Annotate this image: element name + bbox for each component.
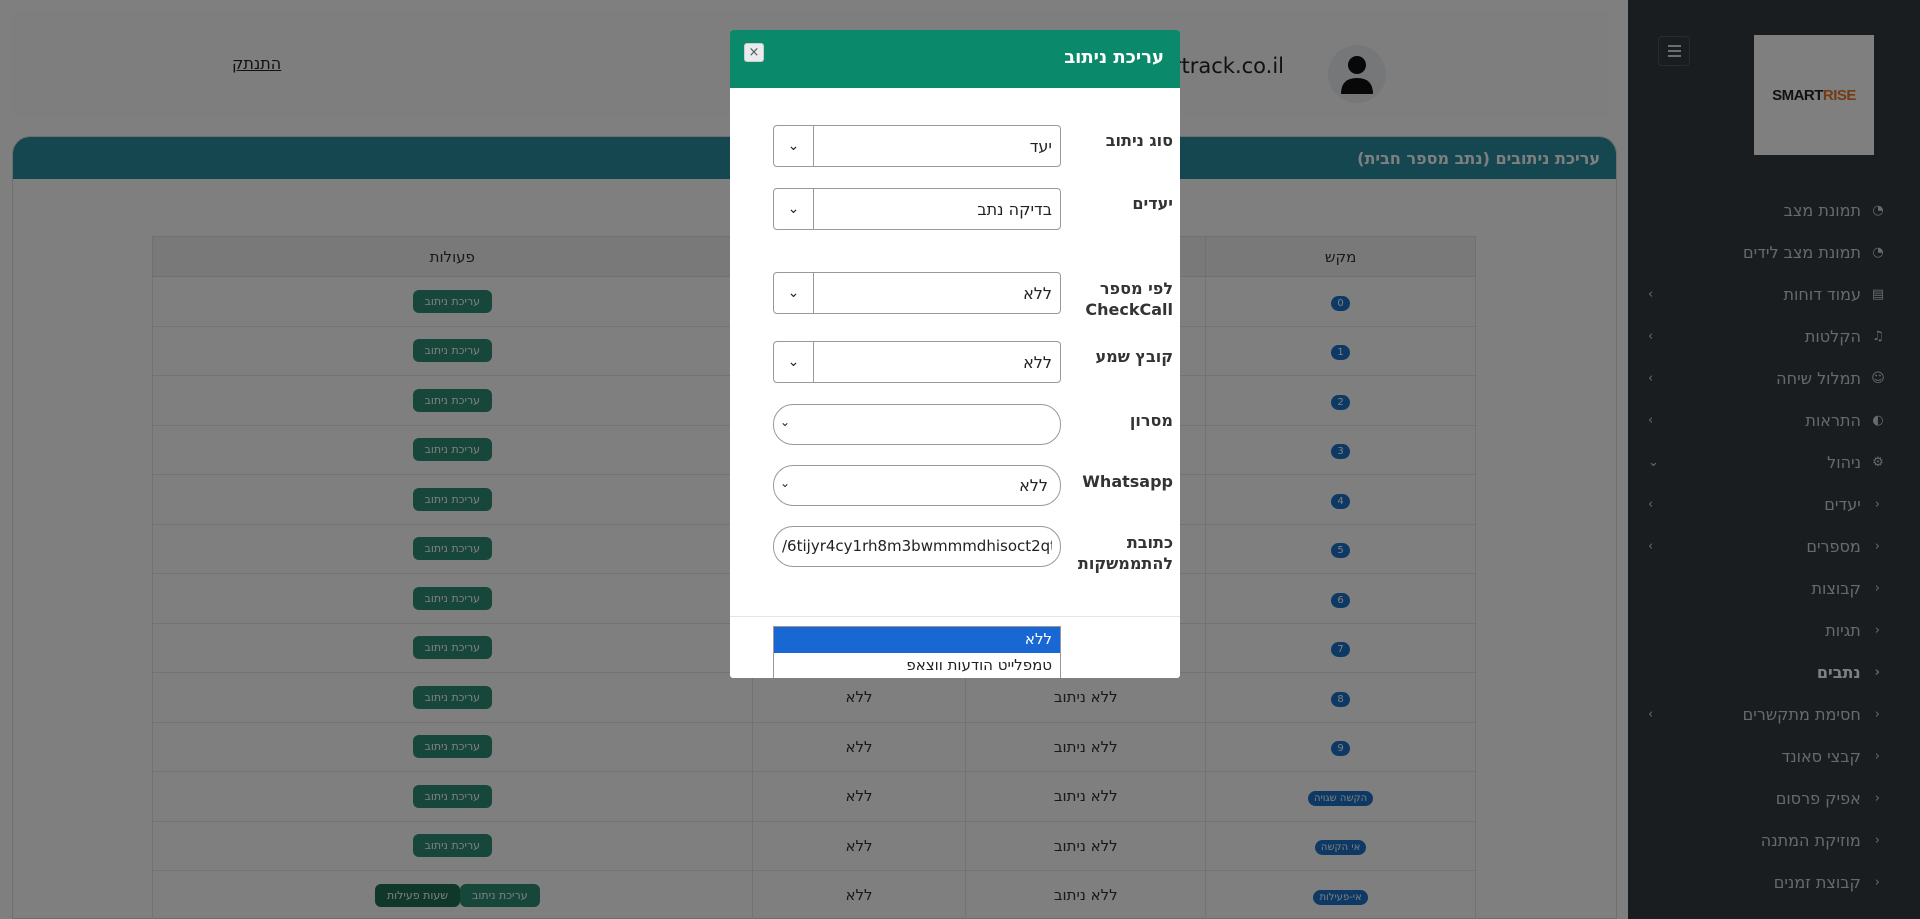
chevron-down-icon: ⌄ (774, 273, 814, 313)
whatsapp-label: Whatsapp (1082, 472, 1173, 491)
chevron-down-icon: ⌄ (774, 126, 814, 166)
integration-url-input[interactable]: /6tijyr4cy1rh8m3bwmmmdhisoct2qtkj (773, 526, 1061, 567)
targets-select[interactable]: בדיקה נתב ⌄ (773, 188, 1061, 230)
checkcall-label: לפי מספר CheckCall (1085, 279, 1173, 319)
targets-label: יעדים (1132, 194, 1173, 213)
modal-header: עריכת ניתוב × (730, 30, 1180, 88)
chevron-down-icon: ⌄ (780, 476, 791, 490)
chevron-down-icon: ⌄ (774, 342, 814, 382)
modal-title: עריכת ניתוב (1064, 47, 1164, 68)
chevron-down-icon: ⌄ (780, 415, 791, 429)
sms-select[interactable]: ⌄ (773, 404, 1061, 445)
audio-file-label: קובץ שמע (1095, 347, 1173, 366)
integration-url-label: כתובת להתממשקות (1077, 533, 1173, 573)
sms-label: מסרון (1129, 411, 1173, 430)
checkcall-select[interactable]: ללא ⌄ (773, 272, 1061, 314)
whatsapp-select[interactable]: ללא ⌄ (773, 465, 1061, 506)
chevron-down-icon: ⌄ (774, 189, 814, 229)
close-button[interactable]: × (744, 43, 764, 62)
routing-type-select[interactable]: יעד ⌄ (773, 125, 1061, 167)
dropdown-option[interactable]: טמפלייט הודעות ווצאפ (774, 653, 1060, 678)
whatsapp-options-list: ללא טמפלייט הודעות ווצאפ (773, 626, 1061, 678)
edit-routing-modal: עריכת ניתוב × סוג ניתוב יעד ⌄ יעדים בדיק… (730, 30, 1180, 678)
audio-file-select[interactable]: ללא ⌄ (773, 341, 1061, 383)
dropdown-option[interactable]: ללא (774, 627, 1060, 653)
divider (730, 616, 1180, 617)
routing-type-label: סוג ניתוב (1105, 131, 1173, 150)
